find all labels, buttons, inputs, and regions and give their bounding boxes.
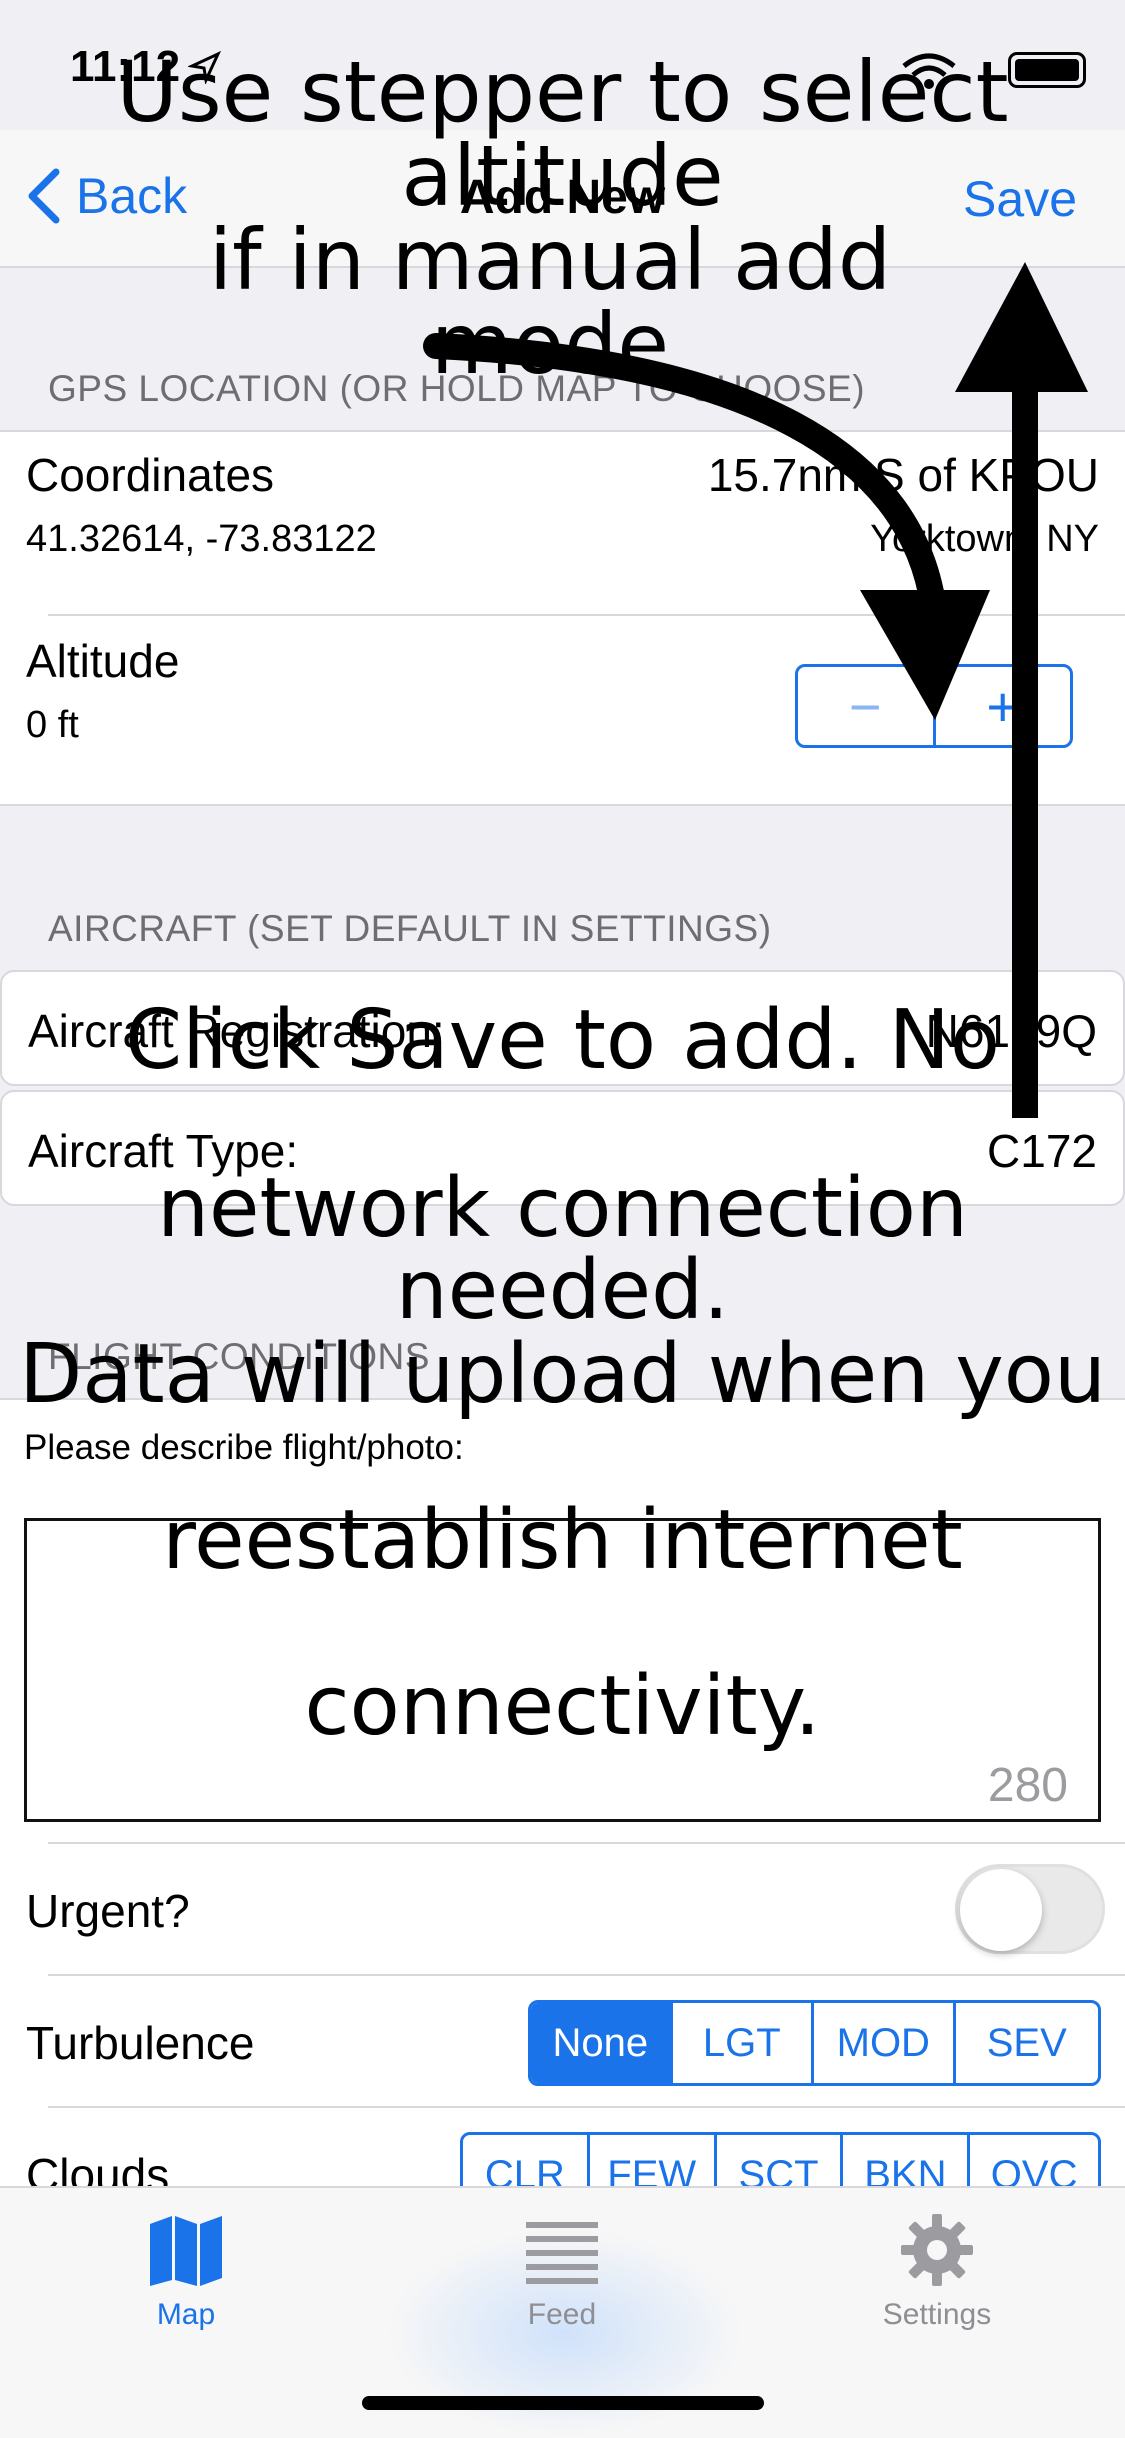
annotation-middle-line2: network connection needed. bbox=[157, 1161, 968, 1338]
annotation-middle-line5: connectivity. bbox=[304, 1659, 821, 1754]
annotation-top-line2: if in manual add mode bbox=[208, 211, 892, 393]
annotation-middle-line1: Click Save to add. No bbox=[124, 993, 1001, 1088]
annotation-middle-line3: Data will upload when you bbox=[19, 1327, 1106, 1422]
arrow-head-stepper bbox=[860, 590, 990, 720]
annotation-top-line1: Use stepper to select altitude bbox=[116, 43, 1009, 225]
annotation-middle-line4: reestablish internet bbox=[162, 1493, 963, 1588]
